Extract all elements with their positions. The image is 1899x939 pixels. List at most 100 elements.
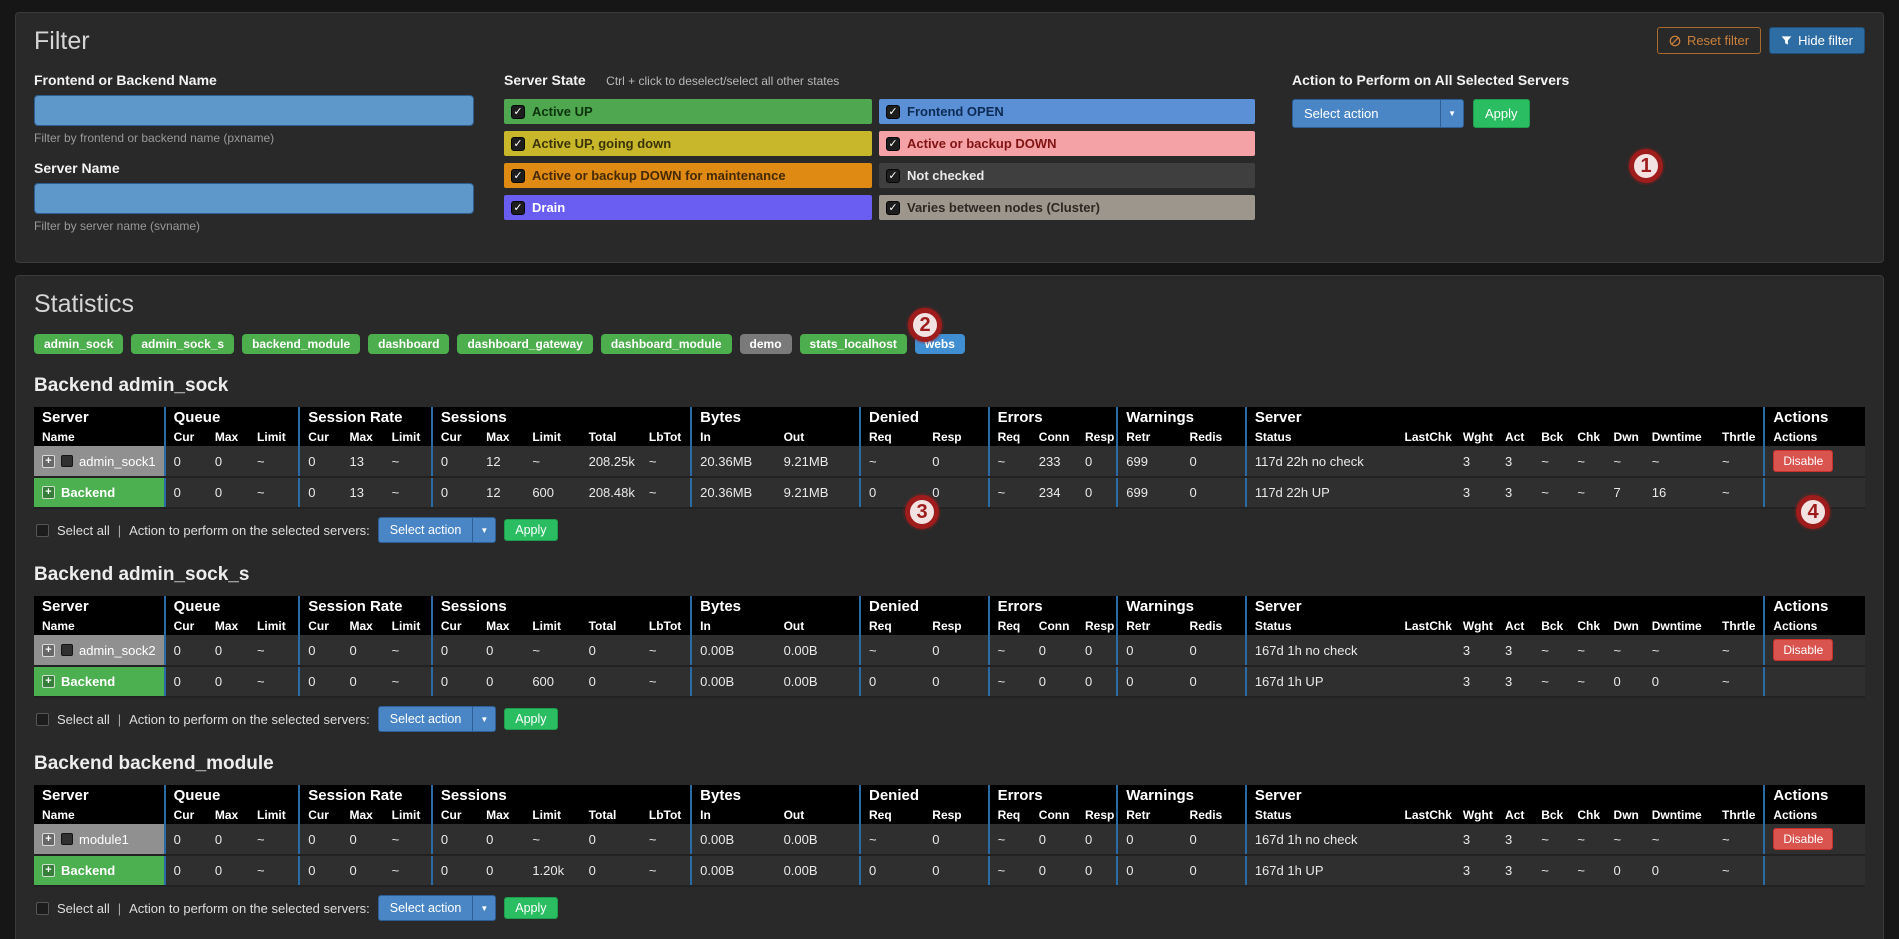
column-header: Total — [581, 806, 641, 824]
table-row: +Backend00~00~001.20k0~0.00B0.00B00~0000… — [34, 855, 1865, 886]
stat-cell: ~ — [1644, 446, 1714, 477]
state-filter-active-or-backup-down[interactable]: ✓ Active or backup DOWN — [879, 131, 1255, 156]
state-filter-active-up-going-down[interactable]: ✓Active UP, going down — [504, 131, 872, 156]
stat-cell: 0 — [1182, 666, 1246, 697]
stat-cell: 12 — [478, 446, 524, 477]
state-filter-not-checked[interactable]: ✓Not checked — [879, 163, 1255, 188]
stat-cell: 0 — [478, 666, 524, 697]
column-header: Cur — [432, 806, 478, 824]
expand-icon[interactable]: + — [42, 864, 55, 877]
state-filter-active-up[interactable]: ✓ Active UP — [504, 99, 872, 124]
disable-button[interactable]: Disable — [1773, 450, 1833, 472]
stat-cell: ~ — [860, 824, 924, 855]
checkbox-checked-icon[interactable]: ✓ — [511, 105, 525, 119]
actions-cell — [1764, 855, 1865, 886]
bulk-apply-button[interactable]: Apply — [1473, 99, 1530, 128]
stat-cell: 0 — [432, 824, 478, 855]
disable-button[interactable]: Disable — [1773, 639, 1833, 661]
stat-cell: ~ — [989, 635, 1031, 666]
stat-cell: ~ — [1714, 477, 1764, 508]
checkbox-checked-icon[interactable]: ✓ — [886, 201, 900, 215]
reset-filter-button[interactable]: Reset filter — [1657, 27, 1761, 54]
stat-cell: 0.00B — [776, 855, 860, 886]
stat-cell: 0 — [299, 824, 341, 855]
server-name-cell: +admin_sock2 — [34, 635, 165, 666]
select-all-checkbox[interactable] — [36, 902, 49, 915]
backend-badge[interactable]: backend_module — [242, 334, 360, 354]
stat-cell: 0.00B — [776, 824, 860, 855]
backend-badge[interactable]: dashboard — [368, 334, 449, 354]
expand-icon[interactable]: + — [42, 455, 55, 468]
action-select[interactable]: Select action▼ — [378, 895, 497, 921]
backend-badge[interactable]: dashboard_gateway — [457, 334, 592, 354]
stat-cell: 0 — [581, 635, 641, 666]
stat-cell: 0 — [1077, 824, 1117, 855]
expand-icon[interactable]: + — [42, 486, 55, 499]
column-header: Wght — [1455, 428, 1497, 446]
server-name-input[interactable] — [34, 183, 474, 214]
expand-icon[interactable]: + — [42, 675, 55, 688]
stat-cell: 3 — [1455, 666, 1497, 697]
column-header: Retr — [1117, 617, 1181, 635]
frontend-name-input[interactable] — [34, 95, 474, 126]
checkbox-checked-icon[interactable]: ✓ — [886, 137, 900, 151]
column-header: Resp — [924, 617, 988, 635]
select-all-label: Select all — [57, 712, 110, 727]
action-select[interactable]: Select action▼ — [378, 706, 497, 732]
column-header: Dwn — [1606, 617, 1644, 635]
hide-filter-button[interactable]: Hide filter — [1769, 27, 1865, 54]
stat-cell: 0 — [299, 446, 341, 477]
row-checkbox[interactable] — [61, 644, 73, 656]
stat-cell: 3 — [1497, 824, 1533, 855]
state-label: Active or backup DOWN — [907, 136, 1057, 151]
stat-cell: ~ — [1569, 855, 1605, 886]
checkbox-checked-icon[interactable]: ✓ — [511, 169, 525, 183]
select-all-checkbox[interactable] — [36, 713, 49, 726]
backend-badge[interactable]: demo — [740, 334, 792, 354]
column-header: Dwntime — [1644, 617, 1714, 635]
stat-cell: ~ — [1714, 635, 1764, 666]
stat-cell: ~ — [1606, 824, 1644, 855]
state-filter-active-or-backup-down-for-maintenance[interactable]: ✓Active or backup DOWN for maintenance — [504, 163, 872, 188]
disable-button[interactable]: Disable — [1773, 828, 1833, 850]
column-header: In — [691, 617, 775, 635]
bulk-action-select[interactable]: Select action ▼ — [1292, 99, 1464, 128]
stat-cell: 167d 1h UP — [1246, 855, 1397, 886]
backend-badge[interactable]: dashboard_module — [601, 334, 732, 354]
chevron-down-icon: ▼ — [1440, 100, 1463, 127]
stat-cell: 0 — [341, 635, 383, 666]
column-header: Status — [1246, 617, 1397, 635]
checkbox-checked-icon[interactable]: ✓ — [511, 137, 525, 151]
stat-cell: ~ — [1533, 855, 1569, 886]
backend-badge[interactable]: admin_sock_s — [131, 334, 234, 354]
apply-button[interactable]: Apply — [504, 897, 557, 919]
row-checkbox[interactable] — [61, 455, 73, 467]
stat-cell — [1397, 666, 1455, 697]
backend-badge[interactable]: stats_localhost — [800, 334, 907, 354]
state-filter-frontend-open[interactable]: ✓ Frontend OPEN — [879, 99, 1255, 124]
state-label: Frontend OPEN — [907, 104, 1004, 119]
checkbox-checked-icon[interactable]: ✓ — [511, 201, 525, 215]
action-select[interactable]: Select action▼ — [378, 517, 497, 543]
select-all-checkbox[interactable] — [36, 524, 49, 537]
checkbox-checked-icon[interactable]: ✓ — [886, 169, 900, 183]
state-filter-drain[interactable]: ✓Drain — [504, 195, 872, 220]
row-name: admin_sock1 — [79, 454, 156, 469]
checkbox-checked-icon[interactable]: ✓ — [886, 105, 900, 119]
state-filter-varies-between-nodes-cluster-[interactable]: ✓Varies between nodes (Cluster) — [879, 195, 1255, 220]
annotation-callout-4: 4 — [1796, 495, 1830, 529]
state-label: Active UP — [532, 104, 593, 119]
filter-form: Frontend or Backend Name Filter by front… — [34, 72, 1865, 248]
apply-button[interactable]: Apply — [504, 519, 557, 541]
backend-badge[interactable]: admin_sock — [34, 334, 123, 354]
stat-cell: 699 — [1117, 446, 1181, 477]
stats-table: ServerQueueSession RateSessionsBytesDeni… — [34, 596, 1865, 698]
stat-cell: 0 — [1077, 446, 1117, 477]
expand-icon[interactable]: + — [42, 833, 55, 846]
apply-button[interactable]: Apply — [504, 708, 557, 730]
stat-cell: ~ — [1569, 824, 1605, 855]
expand-icon[interactable]: + — [42, 644, 55, 657]
actions-cell: Disable — [1764, 824, 1865, 855]
backend-section-title: Backend admin_sock — [34, 375, 1865, 397]
row-checkbox[interactable] — [61, 833, 73, 845]
